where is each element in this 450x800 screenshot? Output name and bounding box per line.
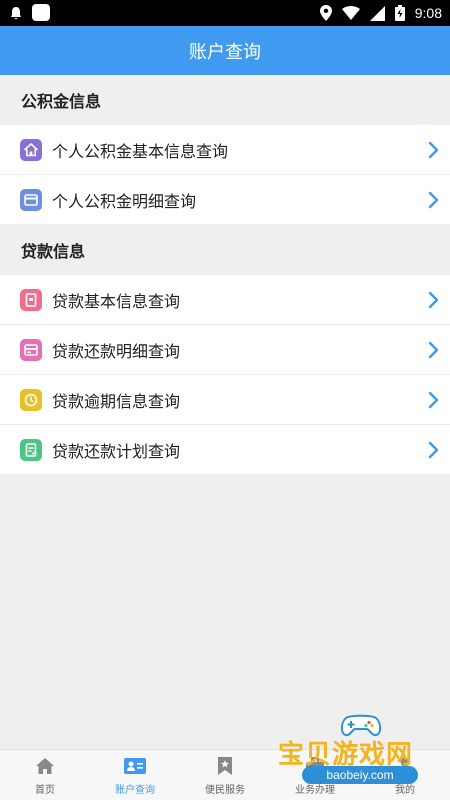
- tab-home[interactable]: 首页: [0, 750, 90, 800]
- chevron-right-icon: [426, 291, 440, 309]
- location-icon: [319, 5, 332, 21]
- menu-item-loan-overdue-info[interactable]: 贷款逾期信息查询: [0, 375, 450, 424]
- watermark-logo: 宝贝游戏网 baobeiy.com: [272, 712, 450, 792]
- tab-convenience-services[interactable]: 便民服务: [180, 750, 270, 800]
- clock-icon: [20, 388, 42, 411]
- chevron-right-icon: [426, 191, 440, 209]
- wifi-icon: [341, 6, 360, 20]
- menu-item-label: 贷款还款明细查询: [52, 341, 181, 361]
- watermark-url: baobeiy.com: [302, 766, 418, 784]
- section-title: 公积金信息: [21, 92, 102, 111]
- chevron-right-icon: [426, 341, 440, 359]
- notification-icon: [10, 6, 22, 20]
- tab-account-query[interactable]: 账户查询: [90, 750, 180, 800]
- status-time: 9:08: [414, 5, 442, 21]
- menu-item-loan-repayment-details[interactable]: 贷款还款明细查询: [0, 325, 450, 374]
- chevron-right-icon: [426, 141, 440, 159]
- status-right-group: 9:08: [319, 4, 442, 22]
- menu-item-fund-basic-info[interactable]: 个人公积金基本信息查询: [0, 125, 450, 174]
- menu-item-label: 贷款基本信息查询: [52, 291, 181, 311]
- bookmark-icon: [214, 755, 236, 777]
- chevron-right-icon: [426, 391, 440, 409]
- document-icon: [20, 288, 42, 311]
- chevron-right-icon: [426, 441, 440, 459]
- section-header-provident-fund: 公积金信息: [0, 75, 450, 125]
- menu-item-label: 贷款逾期信息查询: [52, 391, 181, 411]
- home-icon: [34, 755, 56, 777]
- battery-icon: [394, 5, 405, 21]
- card-icon: [20, 188, 42, 211]
- menu-item-loan-repayment-plan[interactable]: 贷款还款计划查询: [0, 425, 450, 474]
- id-card-icon: [124, 755, 146, 777]
- home-icon: [20, 138, 42, 161]
- section-title: 贷款信息: [21, 242, 86, 261]
- menu-item-label: 个人公积金基本信息查询: [52, 141, 229, 161]
- plan-icon: [20, 438, 42, 461]
- app-notification-icon: [32, 4, 50, 21]
- title-bar: 账户查询: [0, 26, 450, 75]
- tab-label: 便民服务: [205, 785, 245, 796]
- page-title: 账户查询: [189, 41, 261, 63]
- status-bar: 9:08: [0, 0, 450, 26]
- menu-item-loan-basic-info[interactable]: 贷款基本信息查询: [0, 275, 450, 324]
- section-header-loan: 贷款信息: [0, 225, 450, 275]
- card-icon: [20, 338, 42, 361]
- menu-item-label: 贷款还款计划查询: [52, 441, 181, 461]
- tab-label: 账户查询: [115, 785, 155, 796]
- signal-icon: [369, 5, 385, 21]
- menu-item-fund-details[interactable]: 个人公积金明细查询: [0, 175, 450, 224]
- menu-item-label: 个人公积金明细查询: [52, 191, 197, 211]
- tab-label: 首页: [35, 785, 55, 796]
